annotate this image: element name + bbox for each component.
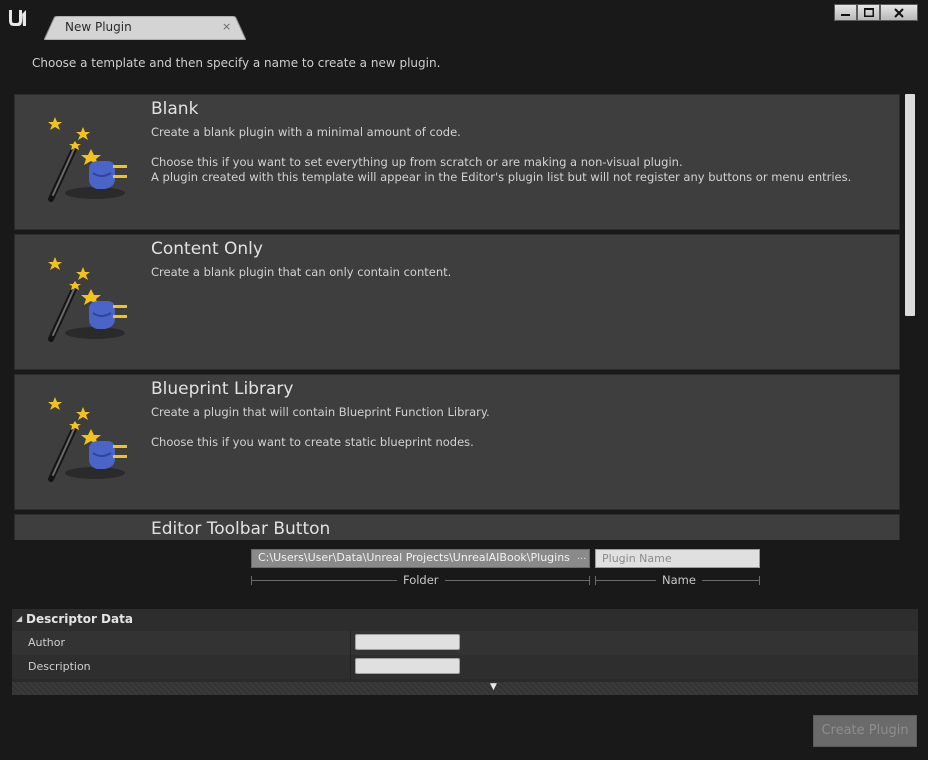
minimize-icon	[841, 14, 850, 16]
tab-label: New Plugin	[65, 20, 132, 34]
collapse-arrow-icon: ◢	[16, 614, 23, 623]
template-card-blueprint-library[interactable]: Blueprint Library Create a plugin that w…	[14, 374, 900, 510]
tab-close-button[interactable]: ×	[222, 20, 231, 33]
author-label: Author	[28, 636, 66, 649]
new-plugin-window: New Plugin × Choose a template and then …	[0, 0, 928, 760]
template-title: Content Only	[151, 239, 263, 259]
maximize-button[interactable]	[857, 4, 880, 21]
description-label: Description	[28, 660, 91, 673]
expand-arrow-icon: ▼	[490, 682, 497, 692]
template-description: Create a blank plugin with a minimal amo…	[151, 125, 852, 184]
minimize-button[interactable]	[834, 4, 857, 21]
plugin-wizard-icon	[45, 533, 135, 540]
title-bar[interactable]: New Plugin ×	[0, 0, 928, 40]
descriptor-data-panel: ◢ Descriptor Data Author Description ▼	[12, 609, 918, 695]
create-plugin-button[interactable]: Create Plugin	[813, 715, 917, 747]
template-title: Blank	[151, 99, 199, 119]
close-icon	[894, 7, 904, 18]
plugin-wizard-icon	[48, 117, 127, 202]
column-divider[interactable]	[350, 631, 351, 655]
unreal-logo-icon	[9, 10, 26, 26]
advanced-expander[interactable]: ▼	[12, 682, 918, 695]
template-description: Create a plugin that will contain Bluepr…	[151, 405, 490, 449]
template-card-editor-toolbar-button[interactable]: Editor Toolbar Button	[14, 514, 900, 540]
close-button[interactable]	[880, 4, 918, 21]
window-controls	[834, 4, 918, 22]
folder-label: Folder	[397, 573, 445, 587]
plugin-name-input[interactable]	[595, 549, 760, 568]
description-input[interactable]	[355, 658, 460, 674]
instructions-text: Choose a template and then specify a nam…	[32, 56, 441, 70]
descriptor-row-description: Description	[12, 655, 918, 679]
template-description: Create a blank plugin that can only cont…	[151, 265, 452, 279]
column-divider[interactable]	[350, 655, 351, 679]
author-input[interactable]	[355, 634, 460, 650]
plugin-wizard-icon	[48, 257, 127, 342]
template-list-scrollbar[interactable]	[905, 94, 915, 316]
template-list: Blank Create a blank plugin with a minim…	[12, 92, 902, 540]
folder-browse-button[interactable]: ...	[575, 551, 588, 566]
template-card-content-only[interactable]: Content Only Create a blank plugin that …	[14, 234, 900, 370]
folder-path-field[interactable]: C:\Users\User\Data\Unreal Projects\Unrea…	[251, 549, 590, 568]
plugin-wizard-icon	[48, 397, 127, 482]
template-title: Editor Toolbar Button	[151, 519, 331, 539]
tab-new-plugin[interactable]: New Plugin ×	[44, 16, 246, 40]
template-card-blank[interactable]: Blank Create a blank plugin with a minim…	[14, 94, 900, 230]
descriptor-header[interactable]: ◢ Descriptor Data	[12, 609, 918, 631]
descriptor-header-label: Descriptor Data	[26, 612, 133, 626]
name-label: Name	[656, 573, 702, 587]
template-title: Blueprint Library	[151, 379, 294, 399]
descriptor-row-author: Author	[12, 631, 918, 655]
maximize-icon	[863, 8, 874, 17]
